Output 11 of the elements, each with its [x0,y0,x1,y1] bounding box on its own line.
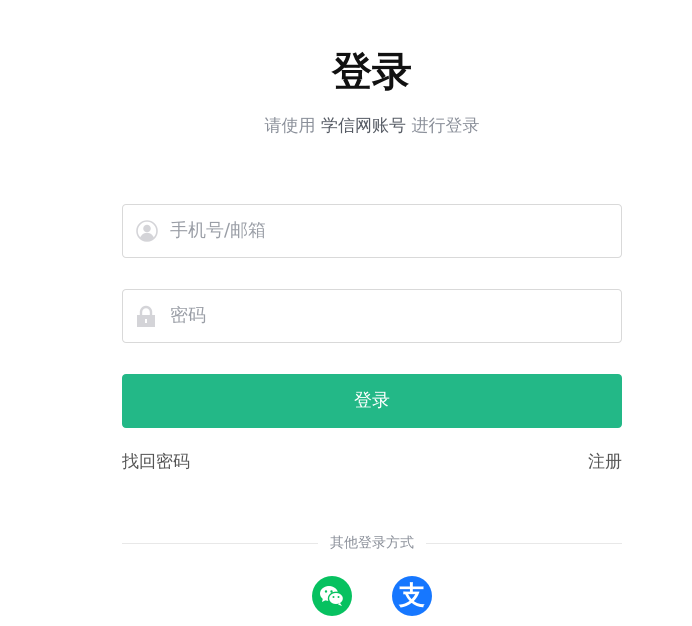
alipay-login-icon[interactable]: 支 [392,576,432,616]
password-field[interactable]: 密码 [122,288,622,342]
register-link[interactable]: 注册 [588,450,622,475]
account-field[interactable]: 手机号/邮箱 [122,204,622,258]
page-title: 登录 [330,52,413,92]
lock-icon [136,304,156,326]
wechat-login-icon[interactable] [312,576,352,616]
forgot-password-link[interactable]: 找回密码 [122,450,190,475]
subtitle: 请使用 学信网账号 进行登录 [264,115,480,138]
user-icon [136,220,158,242]
other-login-label: 其他登录方式 [329,534,415,553]
